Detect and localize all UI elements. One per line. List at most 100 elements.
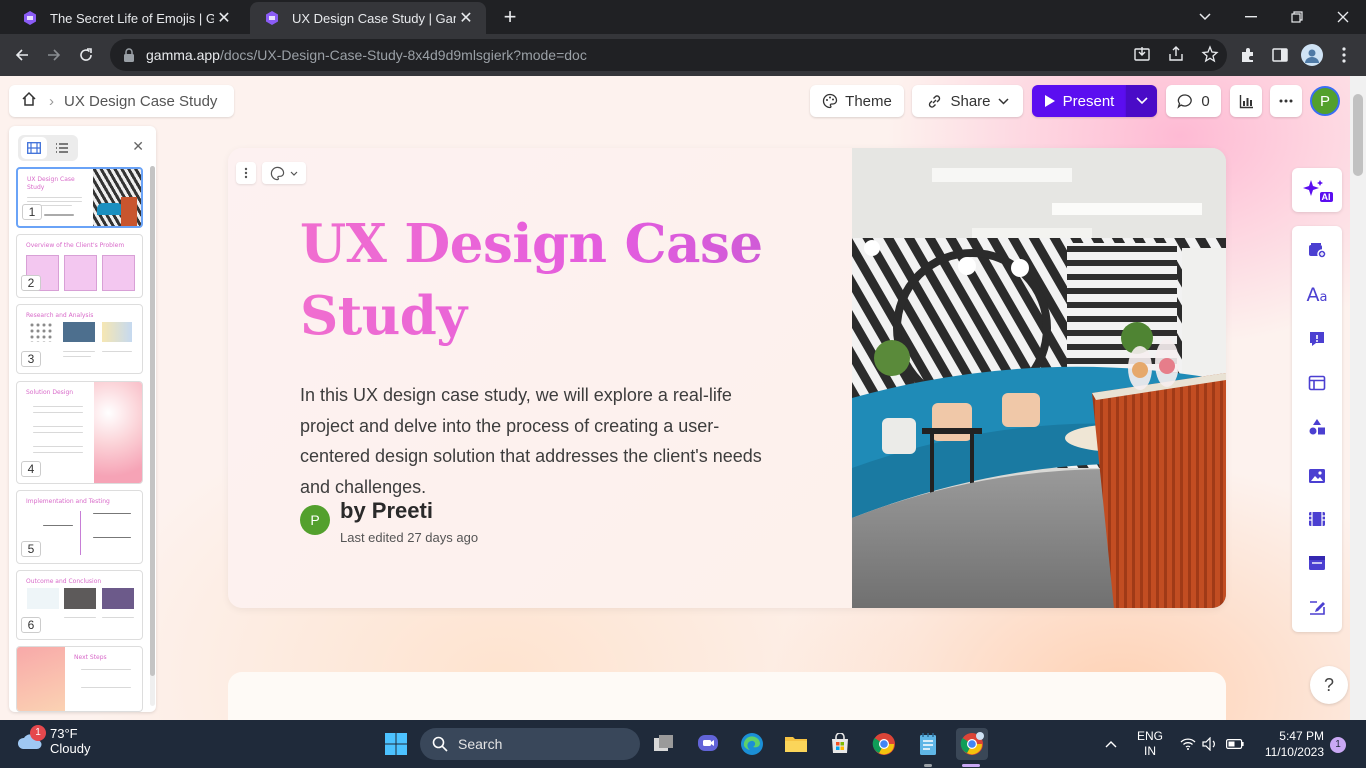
tab-ux-case-study[interactable]: UX Design Case Study | Gamma ✕ — [250, 2, 486, 34]
video-icon[interactable] — [1305, 507, 1329, 531]
link-icon — [929, 94, 941, 108]
slide-thumbnail[interactable]: UX Design Case Study 1 — [16, 167, 143, 228]
sidebar-scrollbar[interactable] — [150, 166, 155, 706]
restore-icon[interactable] — [1274, 0, 1320, 34]
microsoft-store-icon[interactable] — [824, 728, 856, 760]
chrome-icon[interactable] — [868, 728, 900, 760]
present-options-button[interactable] — [1126, 85, 1157, 117]
close-tab-icon[interactable]: ✕ — [214, 8, 234, 28]
close-sidebar-icon[interactable]: ✕ — [132, 138, 144, 155]
bookmark-star-icon[interactable] — [1199, 43, 1221, 68]
slide-title: Research and Analysis — [26, 312, 94, 319]
slide-thumbnail[interactable]: Overview of the Client's Problem 2 — [16, 234, 143, 298]
list-view-icon[interactable] — [49, 137, 75, 159]
notification-badge[interactable]: 1 — [1330, 737, 1346, 753]
volume-icon[interactable] — [1200, 720, 1220, 768]
battery-icon[interactable] — [1224, 720, 1246, 768]
ai-label: AI — [1319, 192, 1333, 202]
slide-thumbnail[interactable]: Research and Analysis 3 — [16, 304, 143, 374]
install-icon[interactable] — [1131, 43, 1153, 68]
minimize-icon[interactable] — [1228, 0, 1274, 34]
address-bar: gamma.app/docs/UX-Design-Case-Study-8x4d… — [0, 34, 1366, 76]
task-view-icon[interactable] — [648, 728, 680, 760]
wifi-icon[interactable] — [1178, 720, 1198, 768]
layout-icon[interactable] — [1305, 371, 1329, 395]
thumbnail-view-icon[interactable] — [21, 137, 47, 159]
image-icon[interactable] — [1305, 464, 1329, 488]
play-icon — [1044, 95, 1055, 107]
slide-title: Implementation and Testing — [26, 498, 110, 505]
ai-assistant-button[interactable]: AI — [1292, 168, 1342, 212]
teams-chat-icon[interactable] — [692, 728, 724, 760]
card-description[interactable]: In this UX design case study, we will ex… — [300, 380, 770, 502]
user-avatar[interactable]: P — [1310, 86, 1340, 116]
slide-thumbnail[interactable]: Outcome and Conclusion 6 — [16, 570, 143, 640]
windows-taskbar: 73°F Cloudy 1 Search ENG IN 5:47 PM 11/1… — [0, 720, 1366, 768]
tab-search-chevron-icon[interactable] — [1182, 0, 1228, 34]
close-window-icon[interactable] — [1320, 0, 1366, 34]
slide-thumbnail[interactable]: Solution Design 4 — [16, 381, 143, 484]
card-style-button[interactable] — [262, 162, 306, 184]
doc-title[interactable]: UX Design Case Study — [64, 93, 217, 110]
shapes-icon[interactable] — [1305, 415, 1329, 439]
slide-thumbnail[interactable]: Next Steps — [16, 646, 143, 712]
slide-title: Outcome and Conclusion — [26, 578, 102, 585]
last-edited-text: Last edited 27 days ago — [340, 530, 479, 545]
gamma-doc-page: › UX Design Case Study Theme Share Prese… — [0, 76, 1366, 720]
forward-icon[interactable] — [40, 41, 68, 69]
card-title[interactable]: UX Design Case Study — [300, 208, 820, 352]
text-style-icon[interactable]: Aa — [1305, 283, 1329, 307]
back-icon[interactable] — [8, 41, 36, 69]
card-menu-icon[interactable] — [236, 162, 256, 184]
chrome-profile-icon[interactable] — [956, 728, 988, 760]
taskbar-search[interactable]: Search — [420, 728, 640, 760]
more-horizontal-icon — [1279, 99, 1293, 103]
extensions-puzzle-icon[interactable] — [1237, 44, 1259, 66]
edit-form-icon[interactable] — [1305, 595, 1329, 619]
comments-button[interactable]: 0 — [1166, 85, 1221, 117]
view-toggle — [18, 135, 78, 161]
page-scrollbar[interactable] — [1350, 76, 1366, 720]
author-name[interactable]: by Preeti — [340, 498, 433, 524]
search-icon — [432, 736, 448, 752]
file-explorer-icon[interactable] — [780, 728, 812, 760]
side-panel-icon[interactable] — [1269, 44, 1291, 66]
tab-title: The Secret Life of Emojis | Gamma — [50, 10, 214, 26]
callout-icon[interactable] — [1305, 327, 1329, 351]
profile-avatar-icon[interactable] — [1301, 44, 1323, 66]
close-tab-icon[interactable]: ✕ — [456, 8, 476, 28]
windows-start-icon[interactable] — [380, 728, 412, 760]
url-field[interactable]: gamma.app/docs/UX-Design-Case-Study-8x4d… — [110, 39, 1227, 71]
share-button[interactable]: Share — [912, 85, 1023, 117]
url-host: gamma.app — [146, 47, 220, 63]
add-card-icon[interactable] — [1305, 238, 1329, 262]
weather-widget[interactable]: 73°F Cloudy — [16, 726, 90, 756]
new-tab-button[interactable]: + — [497, 4, 523, 30]
slide-thumbnail[interactable]: Implementation and Testing 5 — [16, 490, 143, 564]
analytics-button[interactable] — [1230, 85, 1262, 117]
theme-button[interactable]: Theme — [810, 85, 904, 117]
comments-count: 0 — [1201, 92, 1210, 110]
weather-condition: Cloudy — [50, 741, 91, 756]
home-icon[interactable] — [21, 91, 37, 111]
tab-emojis[interactable]: The Secret Life of Emojis | Gamma ✕ — [8, 2, 244, 34]
clock-time: 5:47 PM — [1279, 729, 1324, 743]
embed-icon[interactable] — [1305, 551, 1329, 575]
notepad-icon[interactable] — [912, 728, 944, 760]
share-page-icon[interactable] — [1165, 43, 1187, 68]
slides-sidebar: ✕ UX Design Case Study 1 Overview of the… — [9, 126, 156, 712]
clock-date: 11/10/2023 — [1264, 745, 1324, 759]
chevron-down-icon — [997, 97, 1009, 105]
reload-icon[interactable] — [72, 41, 100, 69]
system-clock[interactable]: 5:47 PM 11/10/2023 — [1252, 728, 1324, 760]
chrome-menu-icon[interactable] — [1333, 44, 1355, 66]
more-options-button[interactable] — [1270, 85, 1302, 117]
chevron-up-icon[interactable] — [1100, 720, 1122, 768]
office-lounge-image[interactable] — [852, 148, 1226, 608]
help-button[interactable]: ? — [1310, 666, 1348, 704]
language-indicator[interactable]: ENG IN — [1132, 720, 1168, 768]
insert-toolbar: Aa — [1292, 226, 1342, 632]
present-button[interactable]: Present — [1032, 85, 1126, 117]
edge-browser-icon[interactable] — [736, 728, 768, 760]
theme-label: Theme — [845, 92, 892, 110]
